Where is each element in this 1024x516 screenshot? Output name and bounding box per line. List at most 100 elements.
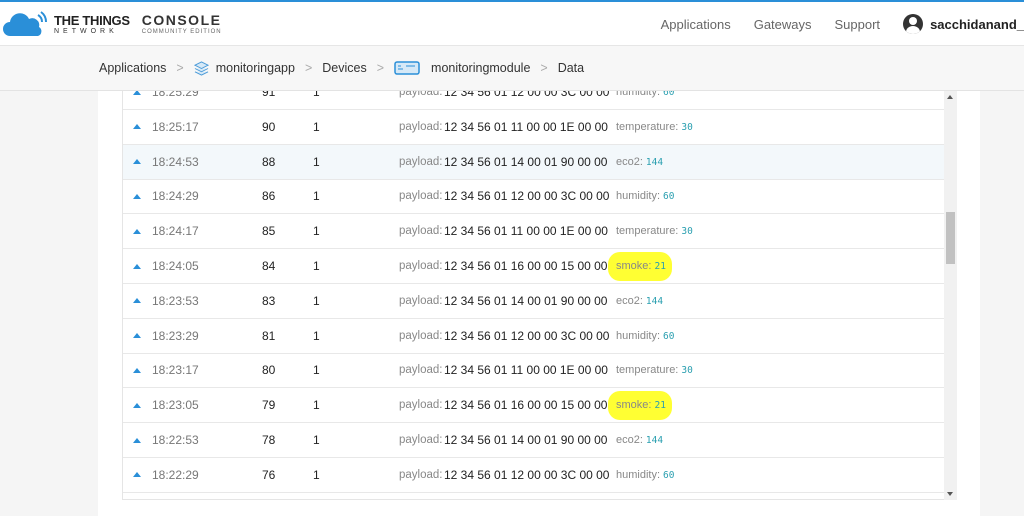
uplink-arrow-icon (133, 193, 141, 199)
table-row[interactable]: 18:23:05 79 1 payload: 12 34 56 01 16 00… (123, 388, 944, 424)
row-counter: 85 (262, 224, 276, 239)
field-name: humidity: (616, 468, 661, 481)
breadcrumb-device[interactable]: monitoringmodule (431, 61, 530, 75)
device-icon (394, 61, 420, 75)
row-time: 18:25:17 (152, 119, 199, 134)
payload-hex: 12 34 56 01 12 00 00 3C 00 00 (444, 91, 610, 99)
field-name: eco2: (616, 434, 643, 446)
table-row[interactable]: 18:24:53 88 1 payload: 12 34 56 01 14 00… (123, 144, 944, 180)
payload-label: payload: (399, 225, 443, 238)
uplink-list: 18:25:29 91 1 payload: 12 34 56 01 12 00… (122, 91, 944, 500)
field-name: humidity: (616, 190, 661, 203)
row-counter: 78 (262, 433, 276, 447)
row-counter: 86 (262, 189, 276, 204)
payload-label: payload: (399, 120, 443, 133)
field-value: 30 (681, 365, 693, 377)
scrollbar-thumb[interactable] (946, 212, 955, 264)
decoded-field: eco2: 144 (616, 434, 663, 446)
payload-label: payload: (399, 260, 443, 272)
row-counter: 88 (262, 154, 276, 169)
breadcrumb-applications[interactable]: Applications (99, 61, 166, 75)
row-port: 1 (313, 433, 320, 447)
field-name: eco2: (616, 294, 643, 307)
console-title: CONSOLE (141, 12, 222, 28)
payload-hex: 12 34 56 01 14 00 01 90 00 00 (444, 154, 608, 169)
field-value: 60 (663, 91, 675, 98)
table-row[interactable]: 18:23:29 81 1 payload: 12 34 56 01 12 00… (123, 319, 944, 354)
breadcrumb-data: Data (557, 61, 585, 75)
payload-label: payload: (399, 399, 443, 412)
uplink-arrow-icon (133, 367, 141, 373)
user-menu[interactable]: sacchidanand_ (903, 14, 1024, 34)
edition-label: COMMUNITY EDITION (141, 29, 222, 35)
payload-label: payload: (399, 364, 443, 377)
payload-hex: 12 34 56 01 11 00 00 1E 00 00 (444, 119, 608, 134)
decoded-field: temperature: 30 (616, 225, 693, 237)
payload-hex: 12 34 56 01 14 00 01 90 00 00 (444, 293, 608, 308)
row-port: 1 (313, 259, 320, 273)
row-time: 18:23:17 (152, 363, 199, 378)
row-time: 18:24:17 (152, 224, 199, 239)
breadcrumb-app[interactable]: monitoringapp (216, 61, 295, 75)
scrollbar[interactable] (944, 91, 957, 500)
field-value: 30 (681, 121, 693, 133)
decoded-field: humidity: 60 (616, 330, 674, 342)
payload-label: payload: (399, 91, 443, 98)
decoded-field: humidity: 60 (616, 469, 674, 481)
table-row[interactable]: 18:24:05 84 1 payload: 12 34 56 01 16 00… (123, 249, 944, 284)
row-port: 1 (313, 328, 320, 343)
row-port: 1 (313, 91, 320, 99)
table-row[interactable]: 18:22:53 78 1 payload: 12 34 56 01 14 00… (123, 423, 944, 458)
nav-support[interactable]: Support (835, 17, 881, 32)
decoded-field: temperature: 30 (616, 121, 693, 133)
field-name: humidity: (616, 329, 661, 342)
table-row[interactable]: 18:22:29 76 1 payload: 12 34 56 01 12 00… (123, 458, 944, 493)
row-time: 18:24:05 (152, 259, 199, 273)
uplink-arrow-icon (133, 437, 141, 443)
row-port: 1 (313, 224, 320, 239)
table-row[interactable]: 18:23:17 80 1 payload: 12 34 56 01 11 00… (123, 353, 944, 389)
top-bar: THE THINGS NETWORK CONSOLE COMMUNITY EDITI… (0, 0, 1024, 46)
row-port: 1 (313, 398, 320, 413)
scroll-down-icon[interactable] (947, 492, 953, 496)
field-value: 144 (645, 295, 664, 307)
row-port: 1 (313, 119, 320, 134)
table-row[interactable]: 18:23:53 83 1 payload: 12 34 56 01 14 00… (123, 284, 944, 319)
payload-hex: 12 34 56 01 11 00 00 1E 00 00 (444, 363, 608, 378)
avatar (903, 14, 924, 34)
row-time: 18:23:29 (152, 328, 199, 343)
nav-applications[interactable]: Applications (661, 17, 731, 32)
row-counter: 91 (262, 91, 276, 99)
row-time: 18:24:29 (152, 189, 199, 204)
uplink-arrow-icon (133, 402, 141, 408)
row-time: 18:23:53 (152, 293, 199, 308)
row-counter: 79 (262, 398, 276, 413)
chevron-right-icon: > (376, 61, 385, 75)
decoded-field: smoke: 21 (616, 260, 666, 272)
table-row[interactable]: 18:24:17 85 1 payload: 12 34 56 01 11 00… (123, 214, 944, 250)
chevron-right-icon: > (304, 61, 313, 75)
payload-label: payload: (399, 294, 443, 307)
payload-label: payload: (399, 329, 443, 342)
brand-name: THE THINGS (54, 12, 130, 28)
row-time: 18:24:53 (152, 154, 199, 169)
decoded-field: eco2: 144 (616, 295, 663, 307)
table-row[interactable]: 18:25:29 91 1 payload: 12 34 56 01 12 00… (123, 91, 944, 110)
table-row[interactable]: 18:24:29 86 1 payload: 12 34 56 01 12 00… (123, 179, 944, 215)
nav-gateways[interactable]: Gateways (754, 17, 812, 32)
breadcrumb: Applications > monitoringapp > Devices > mo… (0, 46, 1024, 91)
row-time: 18:25:29 (152, 91, 199, 99)
row-counter: 80 (262, 363, 276, 378)
breadcrumb-devices[interactable]: Devices (322, 61, 366, 75)
uplink-arrow-icon (133, 472, 141, 478)
field-value: 60 (663, 191, 675, 203)
field-value: 21 (654, 261, 666, 272)
scroll-up-icon[interactable] (947, 95, 953, 99)
uplink-arrow-icon (133, 91, 141, 95)
decoded-field: humidity: 60 (616, 190, 674, 202)
row-port: 1 (313, 293, 320, 308)
table-row[interactable]: 18:25:17 90 1 payload: 12 34 56 01 11 00… (123, 110, 944, 145)
field-value: 30 (681, 226, 693, 238)
ttn-logo[interactable]: THE THINGS NETWORK CONSOLE COMMUNITY EDITI… (2, 11, 222, 37)
field-value: 60 (663, 469, 675, 481)
